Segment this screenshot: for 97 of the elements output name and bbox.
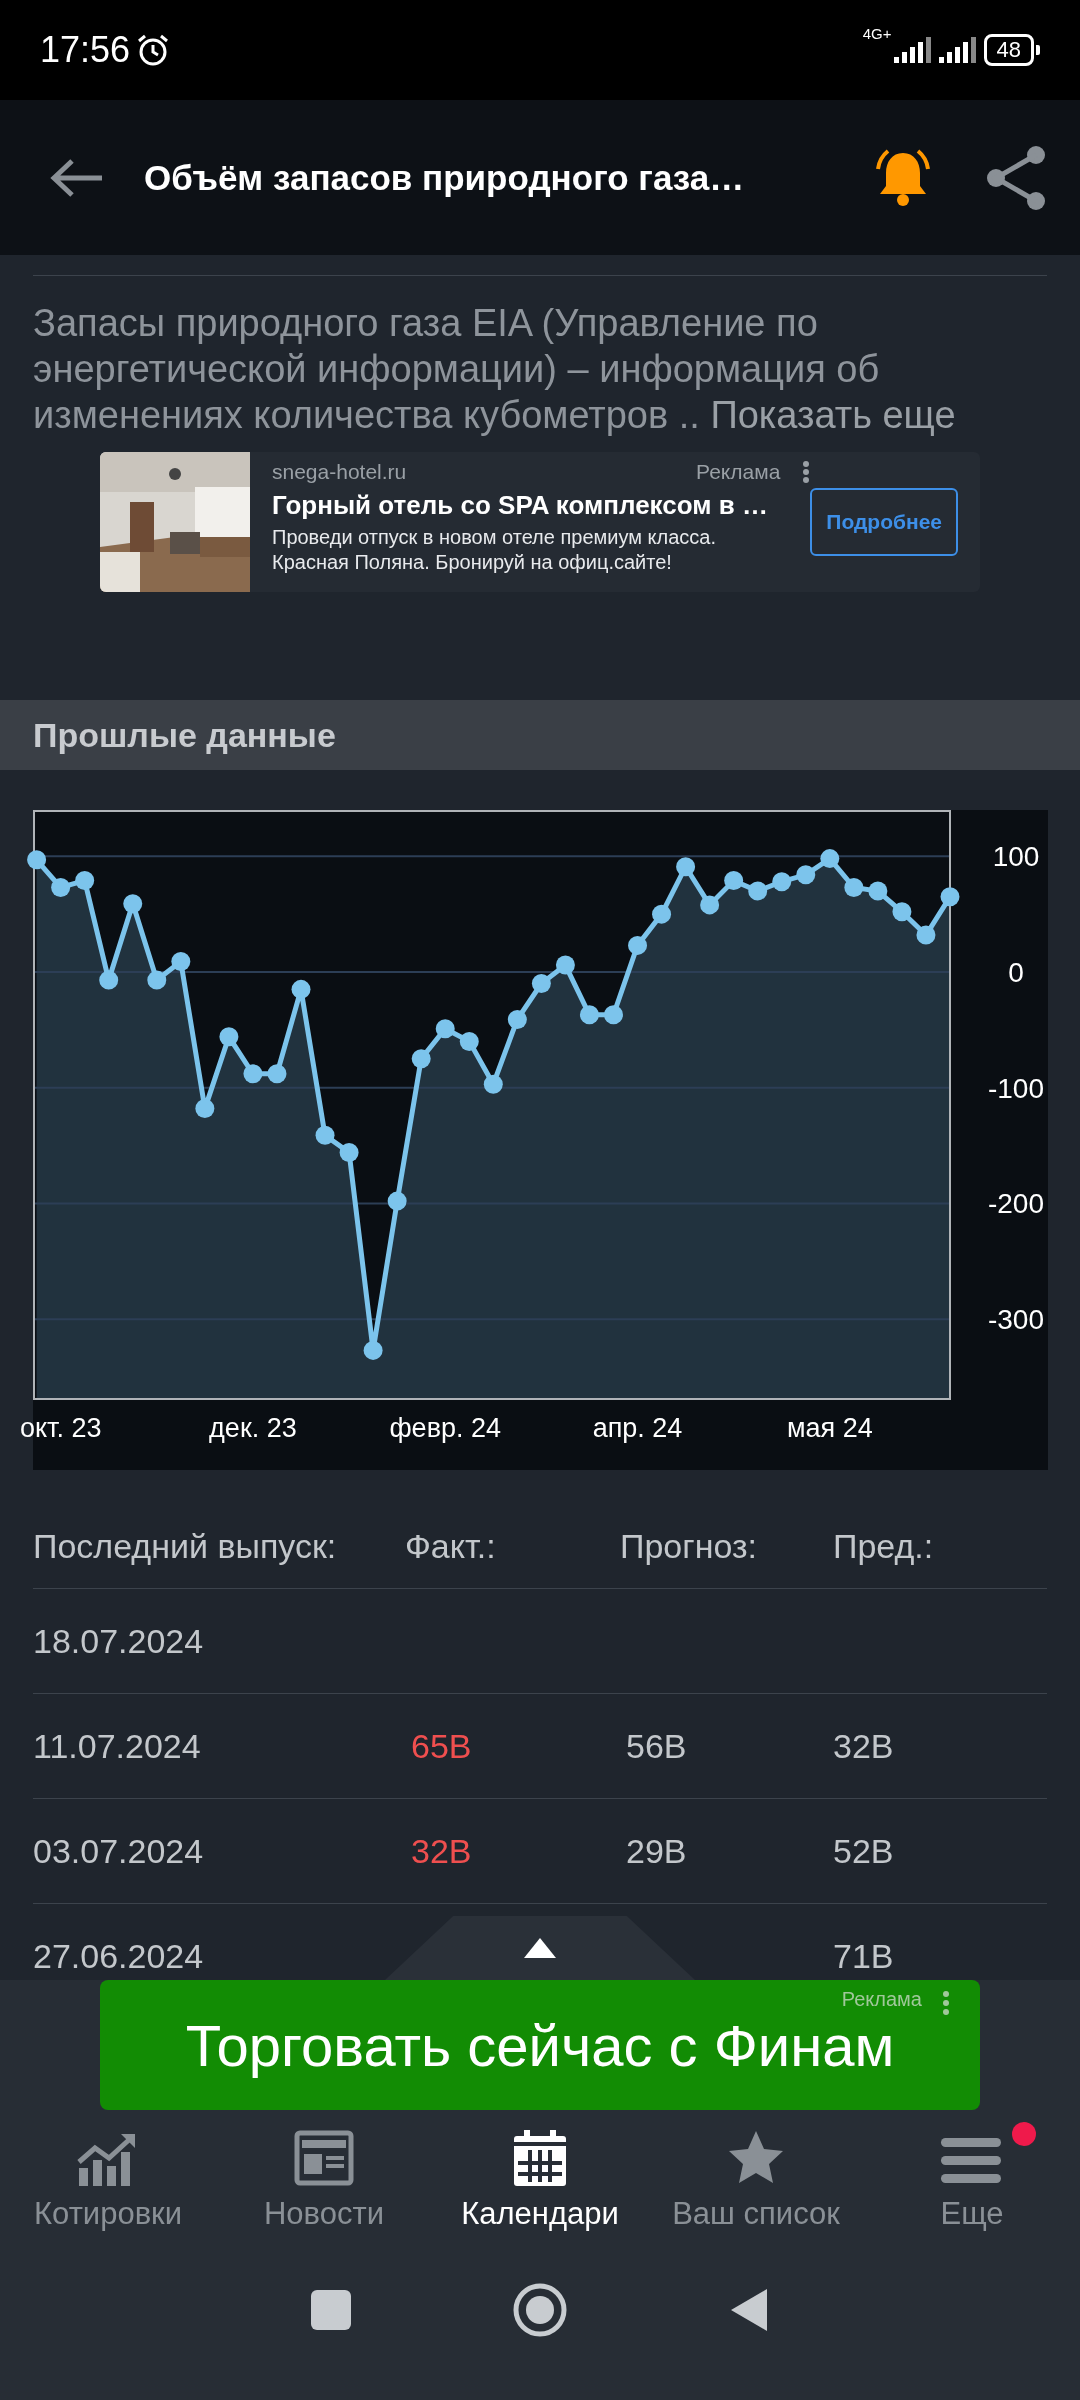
data-point bbox=[459, 1031, 479, 1051]
data-point bbox=[796, 865, 816, 885]
data-point bbox=[123, 894, 143, 914]
date-cell-text: 27.06.2024 bbox=[33, 1936, 205, 1968]
axis-label: -200 bbox=[988, 1188, 1044, 1220]
newspaper-icon bbox=[294, 2128, 354, 2188]
actual-value: 32B bbox=[411, 1831, 473, 1871]
data-point bbox=[435, 1019, 455, 1039]
previous-value: 52B bbox=[833, 1831, 895, 1871]
axis-label: 0 bbox=[1008, 957, 1024, 988]
data-point bbox=[507, 1009, 527, 1029]
data-point bbox=[748, 881, 768, 901]
data-point bbox=[868, 881, 888, 901]
ad-card[interactable]: snega-hotel.ru Реклама Горный отель со SPA комплексом в … Проведи отпуск в новом отеле премиум класса. Красная Поляна. Бронируй на офиц.сайте! Подробнее bbox=[100, 452, 980, 592]
axis-label: окт. 23 bbox=[19, 1413, 102, 1443]
description-text: Запасы природного газа EIA (Управление по энергетической информации) – информация об изменениях количества кубометров .. Показать еще bbox=[33, 301, 957, 438]
data-point bbox=[676, 857, 696, 877]
data-point bbox=[75, 871, 95, 891]
axis-label: 100 bbox=[992, 841, 1040, 873]
axis-label: дек. 23 bbox=[209, 1413, 297, 1443]
data-point bbox=[315, 1125, 335, 1145]
home-icon[interactable] bbox=[512, 2282, 568, 2338]
data-point bbox=[51, 878, 71, 898]
data-point bbox=[772, 872, 792, 892]
date-cell-text: 03.07.2024 bbox=[33, 1831, 205, 1871]
data-point bbox=[652, 904, 672, 924]
data-point bbox=[844, 878, 864, 898]
data-point bbox=[628, 935, 647, 955]
banner-text: Торговать сейчас с Финам bbox=[185, 2011, 895, 2079]
caret-up-icon bbox=[523, 1937, 557, 1959]
data-point bbox=[483, 1074, 503, 1094]
nav-tab[interactable]: Ваш список bbox=[648, 2122, 864, 2232]
previous-value: 71B bbox=[833, 1936, 895, 1968]
axis-label: февр. 24 bbox=[389, 1413, 502, 1443]
column-header: Прогноз: bbox=[620, 1526, 758, 1566]
calendar-icon bbox=[512, 2128, 568, 2188]
network-type: 4G+ bbox=[862, 26, 892, 41]
ad-label: Реклама bbox=[841, 1988, 922, 2011]
show-more-link[interactable]: Показать еще bbox=[710, 394, 956, 436]
nav-tab[interactable]: Котировки bbox=[0, 2122, 216, 2232]
data-point bbox=[363, 1340, 383, 1360]
data-point bbox=[555, 955, 575, 975]
ad-title: Горный отель со SPA комплексом в … bbox=[272, 490, 769, 521]
actual-value: 65B bbox=[411, 1726, 473, 1766]
clock-time: 17:56 bbox=[40, 29, 131, 71]
more-vertical-icon bbox=[942, 1990, 950, 2016]
data-point bbox=[195, 1099, 215, 1119]
forecast-value: 29B bbox=[626, 1831, 688, 1871]
share-icon[interactable] bbox=[986, 144, 1046, 211]
data-point bbox=[916, 925, 936, 945]
column-header: Пред.: bbox=[833, 1526, 935, 1566]
data-point bbox=[579, 1005, 599, 1025]
data-point bbox=[820, 849, 840, 869]
signal-icon bbox=[893, 37, 931, 63]
data-point bbox=[171, 952, 191, 972]
data-point bbox=[291, 979, 311, 999]
data-point bbox=[339, 1143, 359, 1162]
signal-icon bbox=[938, 37, 976, 63]
data-point bbox=[387, 1191, 407, 1211]
column-header: Последний выпуск: bbox=[33, 1526, 338, 1566]
alarm-icon bbox=[136, 33, 171, 67]
data-point bbox=[700, 895, 720, 915]
back-arrow-icon[interactable] bbox=[50, 157, 104, 198]
data-point bbox=[531, 974, 551, 994]
ad-domain: snega-hotel.ru bbox=[272, 460, 408, 484]
date-cell-text: 11.07.2024 bbox=[33, 1726, 202, 1766]
axis-label: мая 24 bbox=[786, 1413, 873, 1443]
data-point bbox=[724, 871, 744, 891]
data-point bbox=[940, 887, 960, 907]
forecast-value: 56B bbox=[626, 1726, 688, 1766]
nav-tab[interactable]: Еще bbox=[864, 2122, 1080, 2232]
ad-text: Проведи отпуск в новом отеле премиум класса. Красная Поляна. Бронируй на офиц.сайте! bbox=[272, 525, 717, 575]
data-point bbox=[219, 1027, 239, 1047]
square-icon[interactable] bbox=[310, 2290, 351, 2330]
data-point bbox=[411, 1049, 431, 1069]
data-point bbox=[147, 970, 167, 990]
data-point bbox=[99, 970, 119, 990]
nav-tab[interactable]: Календари bbox=[432, 2122, 648, 2232]
axis-label: апр. 24 bbox=[592, 1413, 683, 1443]
data-point bbox=[267, 1064, 287, 1084]
data-point bbox=[243, 1064, 263, 1084]
nav-tab[interactable]: Новости bbox=[216, 2122, 432, 2232]
back-icon[interactable] bbox=[729, 2287, 770, 2333]
more-vertical-icon[interactable] bbox=[802, 460, 811, 484]
details-button[interactable]: Подробнее bbox=[810, 488, 958, 556]
screen-title: Объём запасов природного газа… bbox=[144, 157, 746, 198]
axis-label: -300 bbox=[988, 1304, 1044, 1336]
ad-banner[interactable]: Реклама Торговать сейчас с Финам bbox=[100, 1980, 980, 2110]
column-header: Факт.: bbox=[405, 1526, 497, 1566]
data-point bbox=[892, 902, 912, 922]
previous-value: 32B bbox=[833, 1726, 895, 1766]
data-point bbox=[27, 850, 47, 870]
data-point bbox=[604, 1005, 623, 1025]
date-cell-text: 18.07.2024 bbox=[33, 1621, 205, 1661]
ad-label: Реклама bbox=[696, 460, 781, 484]
axis-label: -100 bbox=[988, 1072, 1044, 1104]
section-title: Прошлые данные bbox=[0, 700, 1080, 770]
